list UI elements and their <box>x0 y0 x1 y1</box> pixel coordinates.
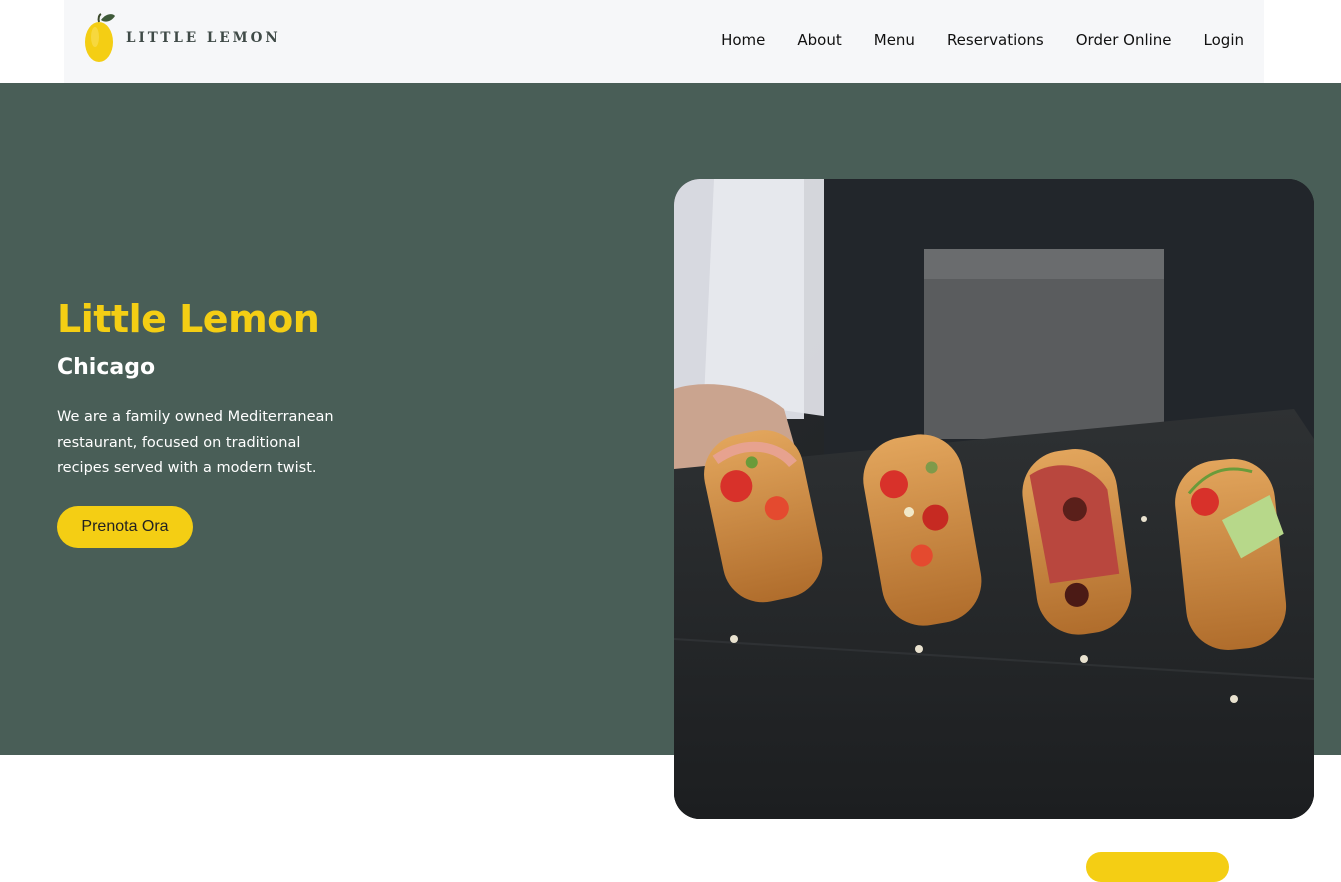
nav-link-menu[interactable]: Menu <box>874 31 915 49</box>
nav-link-reservations[interactable]: Reservations <box>947 31 1044 49</box>
hero-title: Little Lemon <box>57 297 320 341</box>
nav-link-order-online[interactable]: Order Online <box>1076 31 1172 49</box>
hero-description: We are a family owned Mediterranean rest… <box>57 409 334 476</box>
hero-subtitle: Chicago <box>57 355 156 380</box>
lemon-icon <box>85 13 115 62</box>
partial-button[interactable] <box>1086 852 1229 882</box>
site-header: LITTLE LEMON Home About Menu Reservation… <box>64 0 1264 83</box>
logo-text: LITTLE LEMON <box>126 30 281 46</box>
nav-link-home[interactable]: Home <box>721 31 765 49</box>
main-nav: Home About Menu Reservations Order Onlin… <box>721 0 1244 80</box>
hero-image <box>674 179 1314 819</box>
nav-link-about[interactable]: About <box>797 31 841 49</box>
reserve-button[interactable]: Prenota Ora <box>57 506 193 548</box>
logo[interactable]: LITTLE LEMON <box>84 10 281 66</box>
nav-link-login[interactable]: Login <box>1204 31 1244 49</box>
